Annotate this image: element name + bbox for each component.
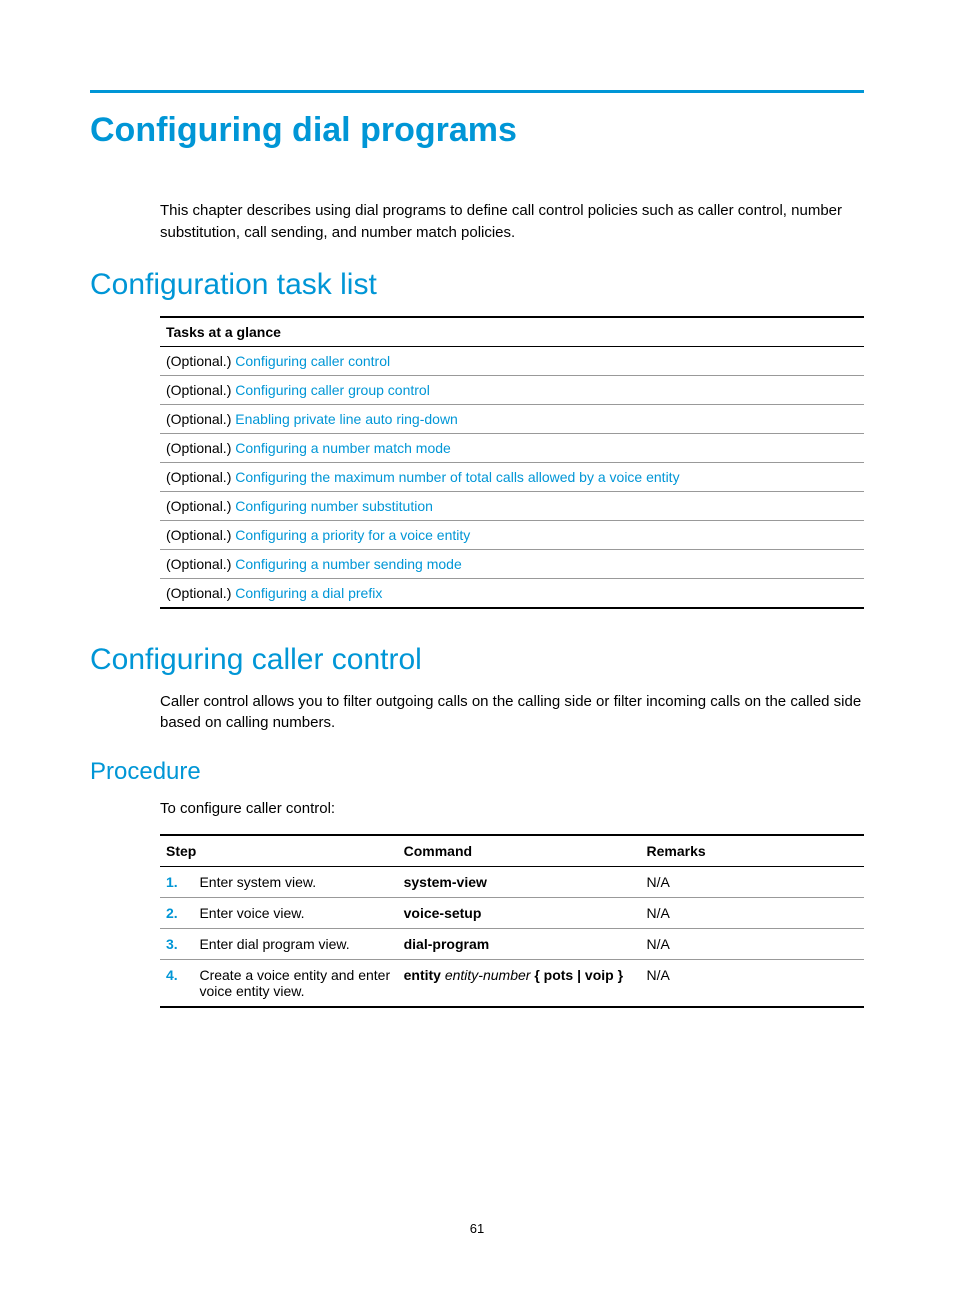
procedure-row: 4.Create a voice entity and enter voice … <box>160 959 864 1007</box>
task-row: (Optional.) Configuring a dial prefix <box>160 578 864 608</box>
task-row: (Optional.) Configuring caller group con… <box>160 375 864 404</box>
task-link[interactable]: Enabling private line auto ring-down <box>235 411 458 427</box>
optional-label: (Optional.) <box>166 527 235 543</box>
task-cell: (Optional.) Enabling private line auto r… <box>160 404 864 433</box>
step-number: 3. <box>160 928 193 959</box>
optional-label: (Optional.) <box>166 382 235 398</box>
tasks-table: Tasks at a glance (Optional.) Configurin… <box>160 316 864 609</box>
command-keyword: system-view <box>404 874 487 890</box>
task-link[interactable]: Configuring a number sending mode <box>235 556 461 572</box>
task-cell: (Optional.) Configuring the maximum numb… <box>160 462 864 491</box>
step-remarks: N/A <box>641 866 864 897</box>
step-remarks: N/A <box>641 959 864 1007</box>
optional-label: (Optional.) <box>166 556 235 572</box>
optional-label: (Optional.) <box>166 585 235 601</box>
optional-label: (Optional.) <box>166 440 235 456</box>
top-rule <box>90 90 864 93</box>
task-row: (Optional.) Configuring a number match m… <box>160 433 864 462</box>
task-row: (Optional.) Configuring a priority for a… <box>160 520 864 549</box>
page-number: 61 <box>0 1221 954 1236</box>
task-link[interactable]: Configuring a dial prefix <box>235 585 382 601</box>
task-cell: (Optional.) Configuring a dial prefix <box>160 578 864 608</box>
col-header-command: Command <box>398 835 641 867</box>
optional-label: (Optional.) <box>166 498 235 514</box>
command-keyword: entity <box>404 967 441 983</box>
step-remarks: N/A <box>641 928 864 959</box>
subsection-heading-procedure: Procedure <box>90 758 864 786</box>
task-row: (Optional.) Configuring the maximum numb… <box>160 462 864 491</box>
task-cell: (Optional.) Configuring a number match m… <box>160 433 864 462</box>
step-description: Enter system view. <box>193 866 397 897</box>
task-cell: (Optional.) Configuring a priority for a… <box>160 520 864 549</box>
col-header-step: Step <box>160 835 398 867</box>
command-argument: entity-number <box>441 967 534 983</box>
page-title: Configuring dial programs <box>90 111 864 150</box>
task-row: (Optional.) Configuring number substitut… <box>160 491 864 520</box>
step-description: Enter dial program view. <box>193 928 397 959</box>
task-row: (Optional.) Configuring a number sending… <box>160 549 864 578</box>
task-cell: (Optional.) Configuring caller group con… <box>160 375 864 404</box>
step-number: 2. <box>160 897 193 928</box>
tasks-header: Tasks at a glance <box>160 317 864 347</box>
task-link[interactable]: Configuring number substitution <box>235 498 433 514</box>
step-number: 1. <box>160 866 193 897</box>
intro-paragraph: This chapter describes using dial progra… <box>90 200 864 244</box>
col-header-remarks: Remarks <box>641 835 864 867</box>
command-keyword: dial-program <box>404 936 490 952</box>
procedure-intro: To configure caller control: <box>90 798 864 820</box>
task-link[interactable]: Configuring caller control <box>235 353 390 369</box>
step-number: 4. <box>160 959 193 1007</box>
task-cell: (Optional.) Configuring number substitut… <box>160 491 864 520</box>
document-page: Configuring dial programs This chapter d… <box>0 0 954 1296</box>
optional-label: (Optional.) <box>166 469 235 485</box>
step-description: Create a voice entity and enter voice en… <box>193 959 397 1007</box>
step-remarks: N/A <box>641 897 864 928</box>
step-command: dial-program <box>398 928 641 959</box>
procedure-row: 3.Enter dial program view. dial-program N/… <box>160 928 864 959</box>
procedure-table: Step Command Remarks 1.Enter system view… <box>160 834 864 1008</box>
task-link[interactable]: Configuring the maximum number of total … <box>235 469 679 485</box>
caller-control-paragraph: Caller control allows you to filter outg… <box>90 691 864 735</box>
optional-label: (Optional.) <box>166 353 235 369</box>
task-link[interactable]: Configuring a priority for a voice entit… <box>235 527 470 543</box>
task-cell: (Optional.) Configuring caller control <box>160 346 864 375</box>
task-row: (Optional.) Enabling private line auto r… <box>160 404 864 433</box>
section-heading-task-list: Configuration task list <box>90 268 864 302</box>
command-keyword: { pots | voip } <box>534 967 623 983</box>
task-link[interactable]: Configuring caller group control <box>235 382 430 398</box>
section-heading-caller-control: Configuring caller control <box>90 643 864 677</box>
step-description: Enter voice view. <box>193 897 397 928</box>
step-command: entity entity-number { pots | voip } <box>398 959 641 1007</box>
task-row: (Optional.) Configuring caller control <box>160 346 864 375</box>
task-link[interactable]: Configuring a number match mode <box>235 440 451 456</box>
optional-label: (Optional.) <box>166 411 235 427</box>
task-cell: (Optional.) Configuring a number sending… <box>160 549 864 578</box>
step-command: voice-setup <box>398 897 641 928</box>
step-command: system-view <box>398 866 641 897</box>
procedure-row: 2.Enter voice view. voice-setup N/A <box>160 897 864 928</box>
command-keyword: voice-setup <box>404 905 482 921</box>
procedure-row: 1.Enter system view. system-view N/A <box>160 866 864 897</box>
